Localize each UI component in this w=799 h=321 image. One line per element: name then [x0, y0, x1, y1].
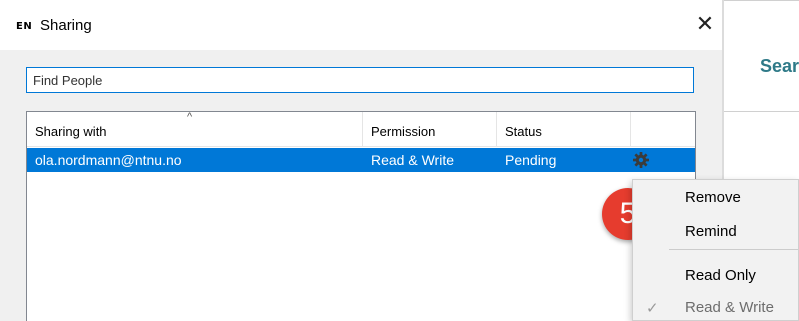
list-header: ^ Sharing with Permission Status	[27, 111, 695, 147]
cell-status: Pending	[505, 152, 557, 168]
sharing-list: ^ Sharing with Permission Status ola.nor…	[26, 111, 696, 321]
column-header-status[interactable]: Status	[497, 112, 631, 146]
table-row[interactable]: ola.nordmann@ntnu.no Read & Write Pendin…	[27, 148, 695, 172]
cell-permission: Read & Write	[371, 152, 454, 168]
menu-separator	[669, 249, 798, 250]
context-menu: Remove Remind Read Only ✓ Read & Write	[632, 179, 799, 321]
menu-item-remove[interactable]: Remove	[685, 189, 741, 206]
menu-item-read-write: Read & Write	[685, 299, 774, 316]
checkmark-icon: ✓	[646, 300, 659, 317]
column-header-actions	[631, 112, 695, 146]
find-people-input[interactable]	[26, 67, 694, 93]
sharing-dialog: EN Sharing ✕ ^ Sharing with Permission S…	[0, 0, 722, 321]
column-header-permission[interactable]: Permission	[363, 112, 497, 146]
app-language-badge: EN	[16, 21, 33, 32]
close-icon[interactable]: ✕	[691, 10, 719, 38]
title-bar: EN Sharing ✕	[0, 0, 722, 50]
menu-item-read-only[interactable]: Read Only	[685, 267, 756, 284]
cell-email: ola.nordmann@ntnu.no	[35, 152, 182, 168]
background-search-heading: Sear	[760, 56, 799, 76]
window-title: Sharing	[40, 17, 92, 34]
menu-item-remind[interactable]: Remind	[685, 223, 737, 240]
column-header-sharing-with[interactable]: Sharing with	[27, 112, 363, 146]
gear-icon[interactable]	[631, 150, 651, 170]
